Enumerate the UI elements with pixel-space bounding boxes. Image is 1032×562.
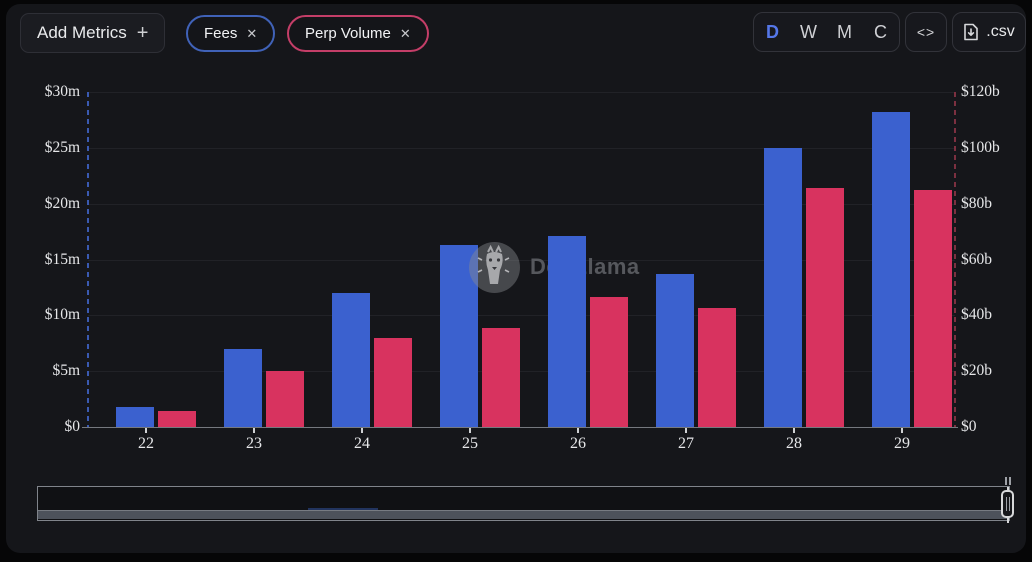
bar-perp-volume-27[interactable]	[698, 308, 736, 427]
gridline	[88, 92, 955, 93]
timeline-brush[interactable]	[37, 486, 1010, 521]
bar-chart: DefiLlama $30m$25m$20m$15m$10m$5m$0$120b…	[6, 4, 1026, 484]
handle-grip[interactable]	[1001, 490, 1014, 518]
right-axis-tick-label: $80b	[961, 195, 1021, 213]
x-axis-tick-label: 24	[342, 435, 382, 453]
x-axis-tick-label: 23	[234, 435, 274, 453]
x-axis-tick-label: 25	[450, 435, 490, 453]
brush-selected-band[interactable]	[38, 510, 1009, 519]
left-axis-tick-label: $10m	[20, 306, 80, 324]
bar-perp-volume-22[interactable]	[158, 411, 196, 427]
x-axis-tick-label: 22	[126, 435, 166, 453]
bar-fees-23[interactable]	[224, 349, 262, 427]
left-axis-tick-label: $5m	[20, 362, 80, 380]
llama-logo-icon	[469, 242, 520, 298]
x-axis-tick-label: 27	[666, 435, 706, 453]
bar-fees-29[interactable]	[872, 112, 910, 427]
left-axis-tick-label: $20m	[20, 195, 80, 213]
x-axis-tick-label: 29	[882, 435, 922, 453]
x-axis-line	[82, 427, 958, 428]
bar-fees-26[interactable]	[548, 236, 586, 427]
x-axis-tick-label: 26	[558, 435, 598, 453]
chart-panel: Add Metrics + Fees ✕ Perp Volume ✕ DWMC …	[6, 4, 1026, 553]
handle-nub	[1005, 477, 1007, 485]
x-axis-tick-label: 28	[774, 435, 814, 453]
right-axis-tick-label: $20b	[961, 362, 1021, 380]
right-axis-tick-label: $120b	[961, 83, 1021, 101]
grip-line	[1009, 497, 1010, 511]
x-axis-tick	[685, 428, 687, 433]
bar-perp-volume-25[interactable]	[482, 328, 520, 427]
bar-fees-24[interactable]	[332, 293, 370, 427]
right-axis-tick-label: $60b	[961, 251, 1021, 269]
left-axis-line	[87, 92, 89, 427]
x-axis-tick	[901, 428, 903, 433]
left-axis-tick-label: $30m	[20, 83, 80, 101]
left-axis-tick-label: $25m	[20, 139, 80, 157]
grip-line	[1006, 497, 1007, 511]
brush-right-handle[interactable]	[1000, 477, 1017, 529]
bar-perp-volume-28[interactable]	[806, 188, 844, 427]
right-axis-tick-label: $100b	[961, 139, 1021, 157]
x-axis-tick	[469, 428, 471, 433]
x-axis-tick	[793, 428, 795, 433]
x-axis-tick	[361, 428, 363, 433]
x-axis-tick	[253, 428, 255, 433]
bar-fees-27[interactable]	[656, 274, 694, 427]
bar-fees-22[interactable]	[116, 407, 154, 427]
bar-perp-volume-23[interactable]	[266, 371, 304, 427]
bar-perp-volume-29[interactable]	[914, 190, 952, 427]
x-axis-tick	[577, 428, 579, 433]
gridline	[88, 148, 955, 149]
right-axis-tick-label: $40b	[961, 306, 1021, 324]
right-axis-tick-label: $0	[961, 418, 1021, 436]
right-axis-line	[954, 92, 956, 427]
left-axis-tick-label: $0	[20, 418, 80, 436]
x-axis-tick	[145, 428, 147, 433]
left-axis-tick-label: $15m	[20, 251, 80, 269]
bar-perp-volume-26[interactable]	[590, 297, 628, 427]
bar-fees-28[interactable]	[764, 148, 802, 427]
bar-perp-volume-24[interactable]	[374, 338, 412, 427]
handle-nub	[1009, 477, 1011, 485]
